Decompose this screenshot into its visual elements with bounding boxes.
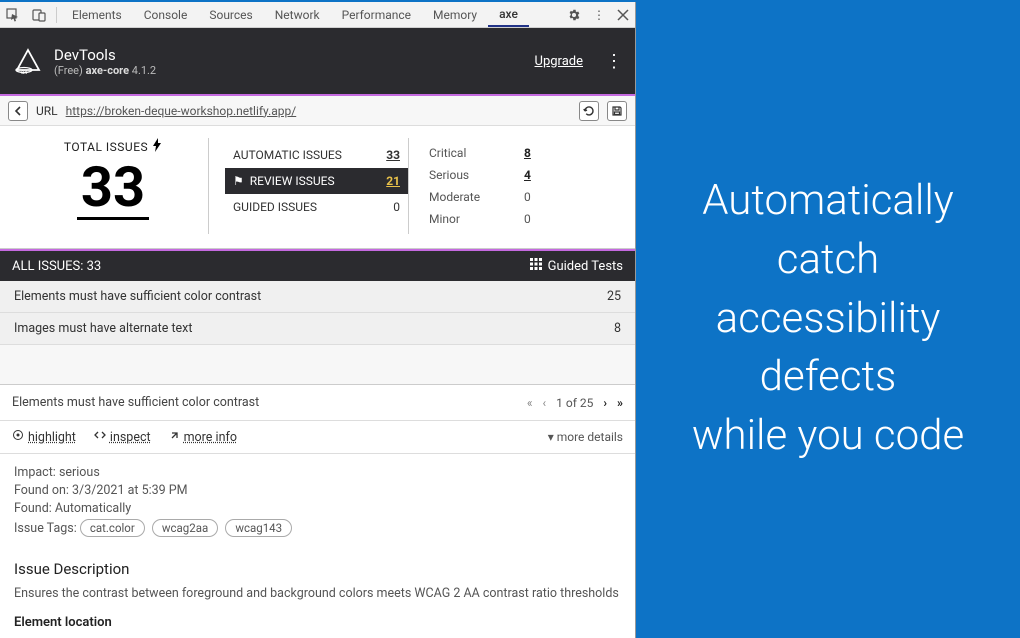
target-icon [12, 429, 24, 445]
meta-tags: Issue Tags: cat.color wcag2aa wcag143 [14, 519, 621, 537]
pager-prev-icon[interactable]: ‹ [543, 396, 547, 410]
issue-type-review[interactable]: ⚑REVIEW ISSUES 21 [225, 168, 408, 194]
svg-text:ax: ax [21, 69, 27, 76]
meta-impact: Impact: serious [14, 465, 621, 480]
element-location-heading: Element location [14, 615, 621, 630]
tab-performance[interactable]: Performance [331, 2, 422, 27]
tab-network[interactable]: Network [264, 2, 331, 27]
severity-moderate: Moderate0 [429, 186, 617, 208]
tab-memory[interactable]: Memory [422, 2, 488, 27]
url-label: URL [36, 104, 58, 118]
detail-tools: highlight inspect more info ▾ more detai… [0, 421, 635, 454]
device-toggle-icon[interactable] [26, 8, 52, 22]
url-value[interactable]: https://broken-deque-workshop.netlify.ap… [66, 104, 297, 118]
pager: « ‹ 1 of 25 › » [527, 396, 623, 410]
tab-sources[interactable]: Sources [198, 2, 263, 27]
tag[interactable]: cat.color [80, 519, 145, 537]
desc-text: Ensures the contrast between foreground … [14, 586, 621, 601]
pager-last-icon[interactable]: » [617, 396, 623, 410]
all-issues-bar: ALL ISSUES: 33 Guided Tests [0, 251, 635, 281]
brand-title: DevTools [54, 46, 156, 64]
meta-found: Found: Automatically [14, 501, 621, 516]
devtools-tabbar: Elements Console Sources Network Perform… [0, 2, 635, 28]
chevron-down-icon: ▾ [548, 430, 554, 444]
gear-icon[interactable] [561, 8, 587, 22]
refresh-icon[interactable] [579, 101, 599, 121]
axe-header: ax DevTools (Free) axe-core 4.1.2 Upgrad… [0, 28, 635, 94]
issue-description: Issue Description Ensures the contrast b… [0, 548, 635, 638]
brand-block: DevTools (Free) axe-core 4.1.2 [54, 46, 156, 77]
tag[interactable]: wcag2aa [152, 519, 218, 537]
more-info-button[interactable]: more info [169, 430, 237, 445]
devtools-panel: Elements Console Sources Network Perform… [0, 2, 636, 638]
flag-icon: ⚑ [233, 174, 244, 188]
tab-axe[interactable]: axe [488, 2, 529, 27]
severity-critical[interactable]: Critical8 [429, 142, 617, 164]
save-icon[interactable] [607, 101, 627, 121]
all-issues-label: ALL ISSUES: 33 [12, 259, 101, 274]
axe-logo-icon: ax [12, 45, 44, 77]
severity-serious[interactable]: Serious4 [429, 164, 617, 186]
grid-icon [530, 258, 542, 274]
external-link-icon [169, 430, 180, 445]
inspect-button[interactable]: inspect [94, 429, 151, 445]
issue-type-automatic[interactable]: AUTOMATIC ISSUES33 [225, 142, 408, 168]
tab-console[interactable]: Console [133, 2, 199, 27]
issue-type-guided[interactable]: GUIDED ISSUES0 [225, 194, 408, 220]
bolt-icon [152, 138, 162, 155]
meta-found-on: Found on: 3/3/2021 at 5:39 PM [14, 483, 621, 498]
guided-tests-button[interactable]: Guided Tests [530, 258, 623, 274]
severity-minor: Minor0 [429, 208, 617, 230]
detail-header: Elements must have sufficient color cont… [0, 385, 635, 421]
pager-next-icon[interactable]: › [603, 396, 607, 410]
issue-meta: Impact: serious Found on: 3/3/2021 at 5:… [0, 454, 635, 548]
marketing-copy: Automatically catch accessibility defect… [636, 0, 1020, 638]
more-details-toggle[interactable]: ▾ more details [548, 430, 623, 444]
brand-subtitle: (Free) axe-core 4.1.2 [54, 64, 156, 77]
pager-text: 1 of 25 [556, 396, 593, 410]
upgrade-link[interactable]: Upgrade [535, 54, 583, 69]
issue-row[interactable]: Elements must have sufficient color cont… [0, 281, 635, 313]
tab-elements[interactable]: Elements [61, 2, 133, 27]
highlight-button[interactable]: highlight [12, 429, 76, 445]
total-issues-count[interactable]: 33 [77, 159, 149, 220]
inspect-element-icon[interactable] [0, 8, 26, 22]
pager-first-icon[interactable]: « [527, 396, 533, 410]
total-issues-label: TOTAL ISSUES [64, 138, 162, 155]
detail-title: Elements must have sufficient color cont… [12, 395, 259, 410]
summary: TOTAL ISSUES 33 AUTOMATIC ISSUES33 ⚑REVI… [0, 126, 635, 249]
tag[interactable]: wcag143 [225, 519, 292, 537]
header-menu-icon[interactable]: ⋮ [605, 51, 623, 72]
back-icon[interactable] [8, 101, 28, 121]
code-icon [94, 429, 106, 445]
more-vert-icon[interactable]: ⋮ [587, 8, 611, 22]
url-bar: URL https://broken-deque-workshop.netlif… [0, 96, 635, 126]
desc-heading: Issue Description [14, 560, 621, 578]
issue-row[interactable]: Images must have alternate text8 [0, 313, 635, 345]
close-devtools-icon[interactable] [611, 9, 635, 21]
